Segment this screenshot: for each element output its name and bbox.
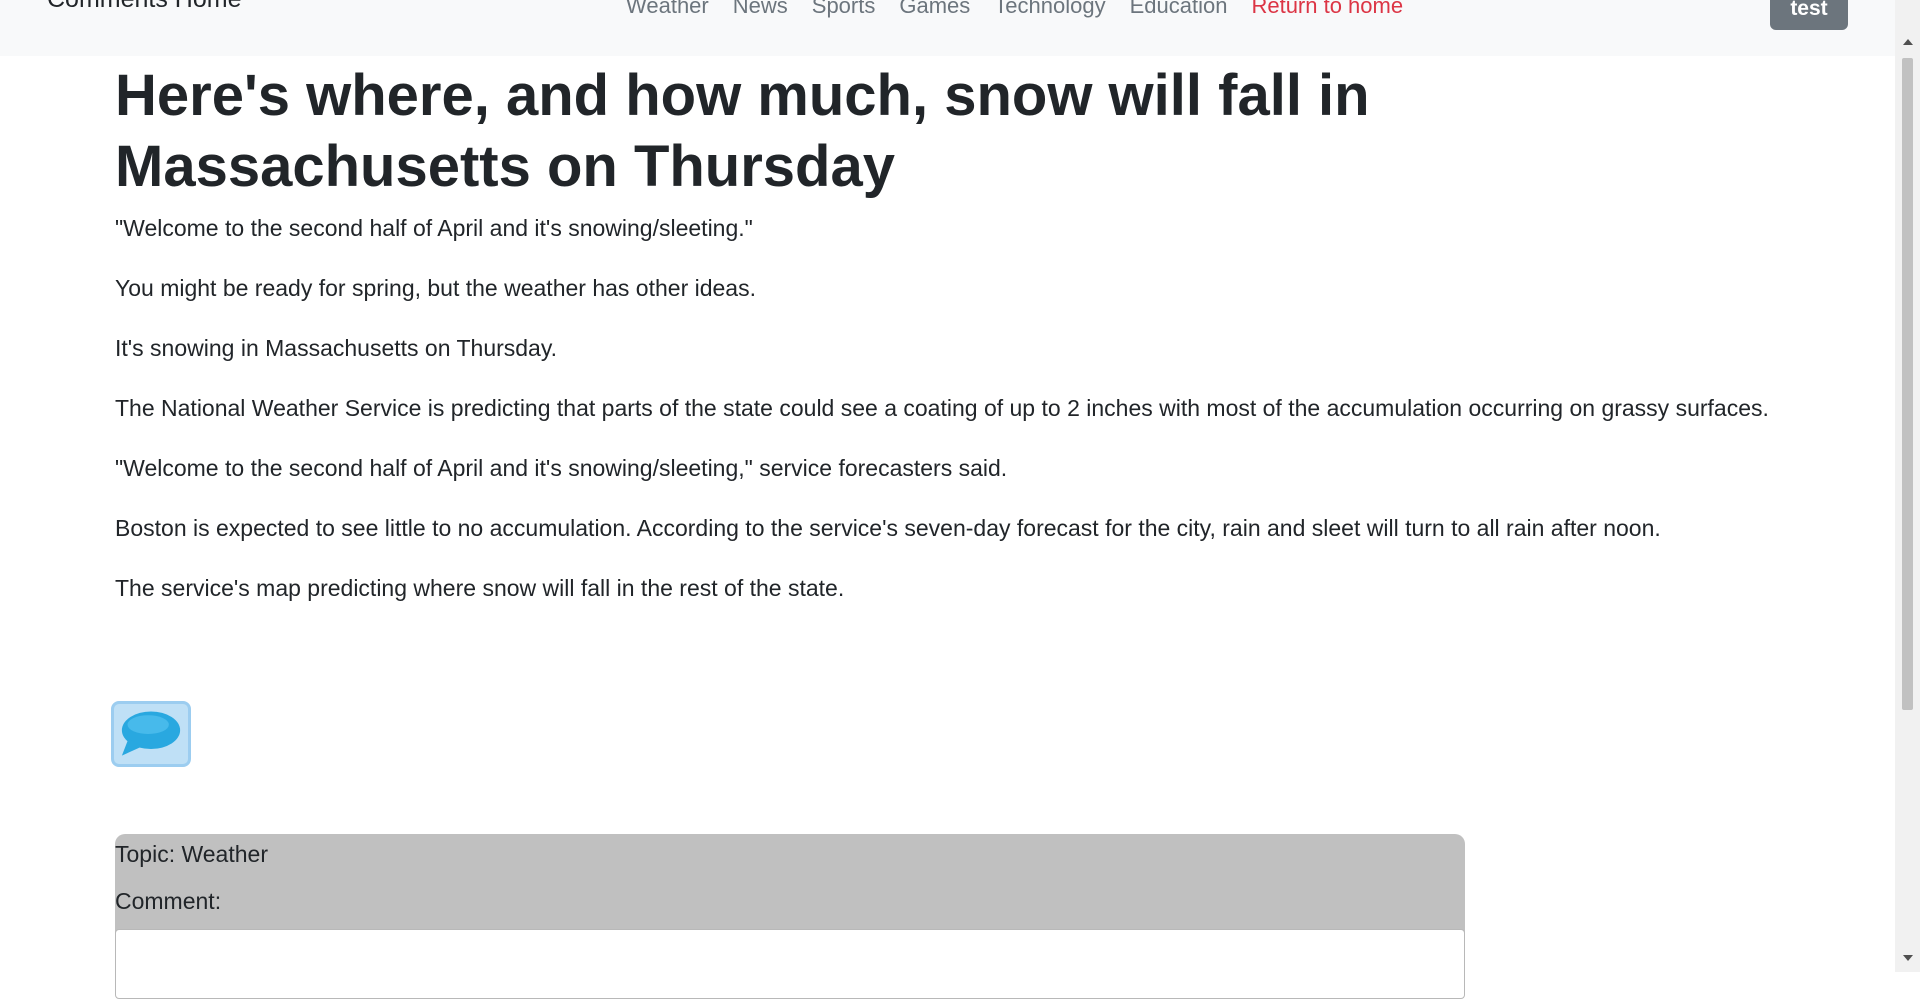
nav-link-games[interactable]: Games bbox=[899, 0, 970, 19]
article-paragraph: The National Weather Service is predicti… bbox=[115, 395, 1769, 421]
comment-form: Topic: Weather Comment: bbox=[115, 834, 1465, 999]
nav-link-news[interactable]: News bbox=[733, 0, 788, 19]
navbar-brand[interactable]: Comments Home bbox=[47, 0, 242, 14]
return-home-link[interactable]: Return to home bbox=[1251, 0, 1403, 19]
article-paragraph: You might be ready for spring, but the w… bbox=[115, 275, 756, 301]
user-menu-button[interactable]: test bbox=[1770, 0, 1848, 30]
speech-bubble-icon bbox=[121, 711, 181, 756]
vertical-scrollbar[interactable] bbox=[1895, 0, 1920, 972]
comment-label: Comment: bbox=[115, 888, 222, 914]
article-paragraph: "Welcome to the second half of April and… bbox=[115, 215, 753, 241]
article-paragraph: It's snowing in Massachusetts on Thursda… bbox=[115, 335, 558, 361]
scrollbar-thumb[interactable] bbox=[1902, 58, 1913, 710]
article-title: Here's where, and how much, snow will fa… bbox=[115, 63, 1370, 199]
nav-links: Weather News Sports Games Technology Edu… bbox=[626, 0, 1403, 19]
comment-toggle-button[interactable] bbox=[111, 701, 191, 767]
article-paragraph: "Welcome to the second half of April and… bbox=[115, 455, 1008, 481]
top-navbar: Comments Home Weather News Sports Games … bbox=[0, 0, 1895, 56]
scroll-down-arrow-icon[interactable] bbox=[1903, 955, 1913, 961]
scroll-up-arrow-icon[interactable] bbox=[1903, 39, 1913, 45]
comment-textarea[interactable] bbox=[115, 929, 1465, 999]
article-paragraph: The service's map predicting where snow … bbox=[115, 575, 845, 601]
nav-link-weather[interactable]: Weather bbox=[626, 0, 709, 19]
nav-link-education[interactable]: Education bbox=[1130, 0, 1228, 19]
article-paragraph: Boston is expected to see little to no a… bbox=[115, 515, 1661, 541]
nav-link-technology[interactable]: Technology bbox=[994, 0, 1105, 19]
article-content: Here's where, and how much, snow will fa… bbox=[115, 60, 1775, 630]
nav-link-sports[interactable]: Sports bbox=[812, 0, 876, 19]
topic-label: Topic: Weather bbox=[115, 841, 268, 867]
